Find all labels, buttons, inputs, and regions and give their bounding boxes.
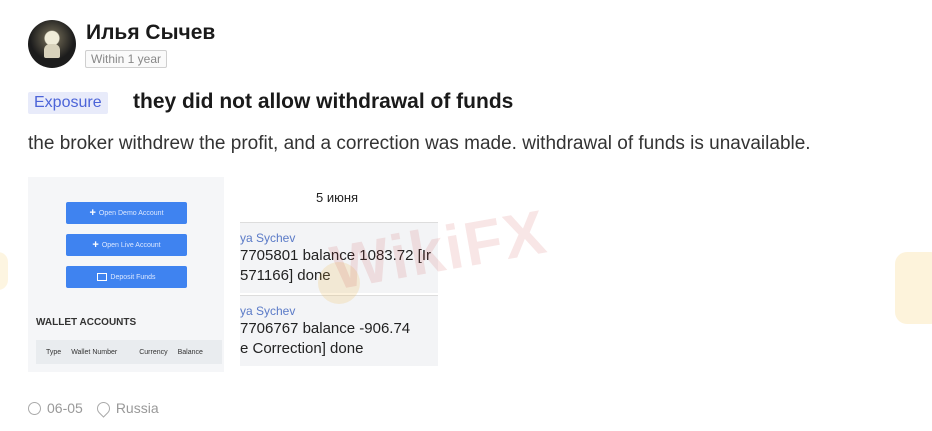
post-title: they did not allow withdrawal of funds — [133, 90, 514, 113]
button-label: Deposit Funds — [110, 273, 156, 281]
wallet-table-header: Type Wallet Number Currency Balance — [36, 340, 222, 364]
post-description: the broker withdrew the profit, and a co… — [28, 133, 811, 154]
column-wallet-number: Wallet Number — [71, 348, 118, 356]
clock-icon — [28, 401, 41, 415]
exposure-tag: Exposure — [28, 92, 108, 114]
button-label: Open Demo Account — [98, 209, 164, 217]
plus-icon: + — [92, 239, 99, 251]
column-type: Type — [46, 348, 62, 356]
time-badge: Within 1 year — [85, 50, 168, 68]
column-currency: Currency — [139, 348, 168, 356]
watermark-logo-icon — [0, 252, 8, 290]
sender-name: ya Sychev — [240, 304, 296, 318]
open-demo-account-button: + Open Demo Account — [66, 202, 187, 224]
plus-icon: + — [89, 207, 96, 219]
location-pin-icon — [94, 398, 113, 418]
post-footer: 06-05 Russia — [28, 398, 159, 418]
sender-name: ya Sychev — [240, 231, 296, 245]
wallet-accounts-title: WALLET ACCOUNTS — [36, 317, 137, 328]
button-label: Open Live Account — [101, 241, 161, 249]
watermark-logo-icon — [895, 252, 932, 324]
message-line: 7706767 balance -906.74 — [240, 320, 411, 337]
message-line: e Correction] done — [240, 340, 364, 357]
attached-screenshot-1[interactable]: + Open Demo Account + Open Live Account De… — [28, 177, 224, 372]
post-location: Russia — [115, 400, 159, 416]
username[interactable]: Илья Сычев — [86, 21, 215, 45]
open-live-account-button: + Open Live Account — [66, 234, 187, 256]
deposit-funds-button: Deposit Funds — [66, 266, 187, 288]
avatar-figure — [44, 44, 60, 58]
avatar[interactable] — [28, 20, 76, 68]
card-icon — [97, 273, 108, 281]
post-date: 06-05 — [47, 400, 83, 416]
column-balance: Balance — [177, 348, 203, 356]
message-card: ya Sychev 7706767 balance -906.74 e Corr… — [240, 295, 438, 366]
message-date: 5 июня — [316, 190, 359, 205]
